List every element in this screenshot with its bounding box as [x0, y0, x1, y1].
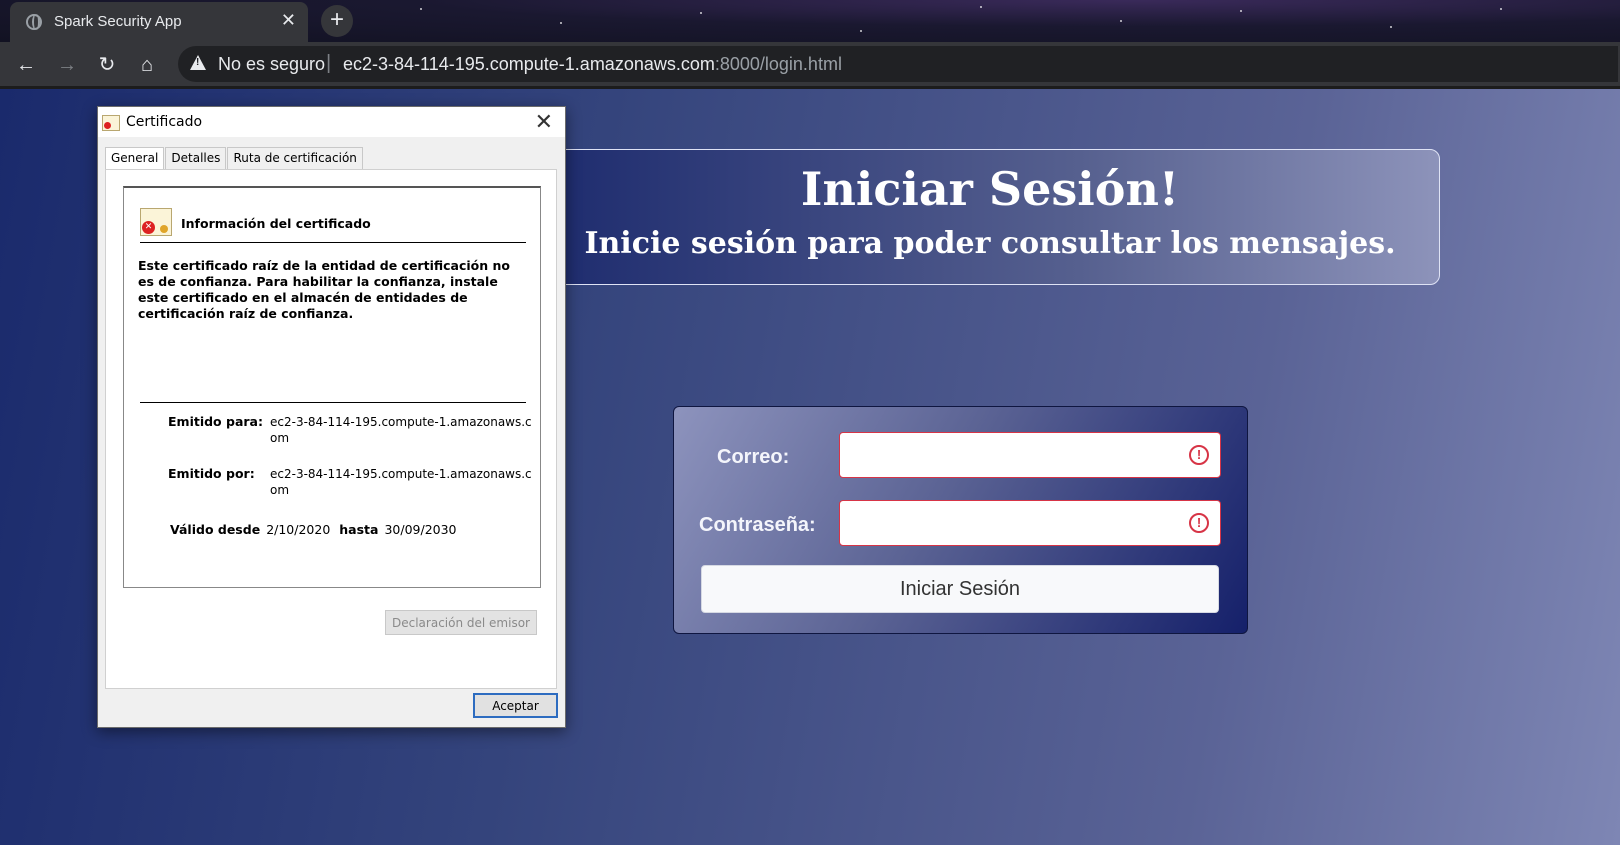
email-field[interactable] [839, 432, 1221, 478]
issued-by-value: ec2-3-84-114-195.compute-1.amazonaws.com [270, 467, 532, 497]
dialog-title: Certificado [126, 114, 203, 130]
login-button[interactable]: Iniciar Sesión [701, 565, 1219, 613]
dialog-tabs: General Detalles Ruta de certificación [105, 147, 363, 171]
certificate-info-box: Información del certificado Este certifi… [123, 186, 541, 588]
issued-by-label: Emitido por: [168, 466, 255, 481]
invalid-field-icon: ! [1189, 513, 1209, 533]
divider [140, 402, 526, 403]
background-star [1500, 8, 1502, 10]
globe-icon [26, 14, 42, 30]
trust-warning-text: Este certificado raíz de la entidad de c… [138, 258, 510, 321]
url-separator: | [326, 52, 332, 74]
new-tab-button[interactable]: + [321, 5, 353, 37]
background-star [1390, 26, 1392, 28]
password-field[interactable] [839, 500, 1221, 546]
address-bar[interactable]: No es seguro | ec2-3-84-114-195.compute-… [178, 46, 1618, 82]
back-icon[interactable]: ← [12, 51, 40, 79]
general-tab-panel: Información del certificado Este certifi… [105, 169, 557, 689]
background-star [1240, 10, 1242, 12]
certificate-info-heading: Información del certificado [181, 216, 371, 231]
page-subtitle: Inicie sesión para poder consultar los m… [584, 226, 1396, 261]
tab-general[interactable]: General [105, 147, 165, 171]
close-icon[interactable]: ✕ [535, 110, 553, 135]
background-star [860, 30, 862, 32]
page-title: Iniciar Sesión! [800, 162, 1180, 216]
email-label: Correo: [717, 446, 790, 468]
certificate-dialog: Certificado ✕ General Detalles Ruta de c… [97, 106, 566, 728]
browser-toolbar: ← → ↻ ⌂ No es seguro | ec2-3-84-114-195.… [0, 42, 1620, 88]
background-star [560, 22, 562, 24]
valid-from-value: 2/10/2020 [266, 522, 331, 537]
valid-from-label: Válido desde [170, 522, 261, 537]
untrusted-certificate-icon [140, 208, 172, 236]
background-star [980, 6, 982, 8]
tab-certification-path[interactable]: Ruta de certificación [227, 147, 363, 169]
tab-details[interactable]: Detalles [165, 147, 227, 169]
issued-to-value: ec2-3-84-114-195.compute-1.amazonaws.com [270, 415, 532, 445]
hero-banner: Iniciar Sesión! Inicie sesión para poder… [540, 149, 1440, 285]
dialog-titlebar[interactable]: Certificado ✕ [98, 107, 565, 137]
browser-tab[interactable]: Spark Security App ✕ [10, 2, 308, 42]
valid-to-label: hasta [339, 522, 379, 537]
close-tab-icon[interactable]: ✕ [281, 10, 296, 31]
password-label: Contraseña: [699, 514, 816, 536]
issuer-statement-button: Declaración del emisor [385, 610, 537, 635]
login-form: Correo: ! Contraseña: ! Iniciar Sesión [673, 406, 1248, 634]
browser-tabstrip: Spark Security App ✕ + [0, 0, 1620, 42]
url-text[interactable]: ec2-3-84-114-195.compute-1.amazonaws.com… [343, 54, 842, 75]
issued-to-label: Emitido para: [168, 414, 263, 429]
background-star [700, 12, 702, 14]
certificate-icon [102, 115, 120, 131]
valid-to-value: 30/09/2030 [384, 522, 457, 537]
url-path: :8000/login.html [714, 54, 842, 74]
invalid-field-icon: ! [1189, 445, 1209, 465]
forward-icon[interactable]: → [53, 51, 81, 79]
divider [140, 242, 526, 243]
warning-icon[interactable] [190, 55, 206, 70]
accept-button[interactable]: Aceptar [473, 693, 558, 718]
background-star [420, 8, 422, 10]
tab-title: Spark Security App [54, 13, 182, 30]
background-star [1120, 20, 1122, 22]
home-icon[interactable]: ⌂ [133, 51, 161, 79]
url-host: ec2-3-84-114-195.compute-1.amazonaws.com [343, 54, 715, 74]
security-status[interactable]: No es seguro [218, 54, 325, 75]
validity-period: Válido desde 2/10/2020 hasta 30/09/2030 [170, 522, 466, 537]
reload-icon[interactable]: ↻ [93, 51, 121, 79]
